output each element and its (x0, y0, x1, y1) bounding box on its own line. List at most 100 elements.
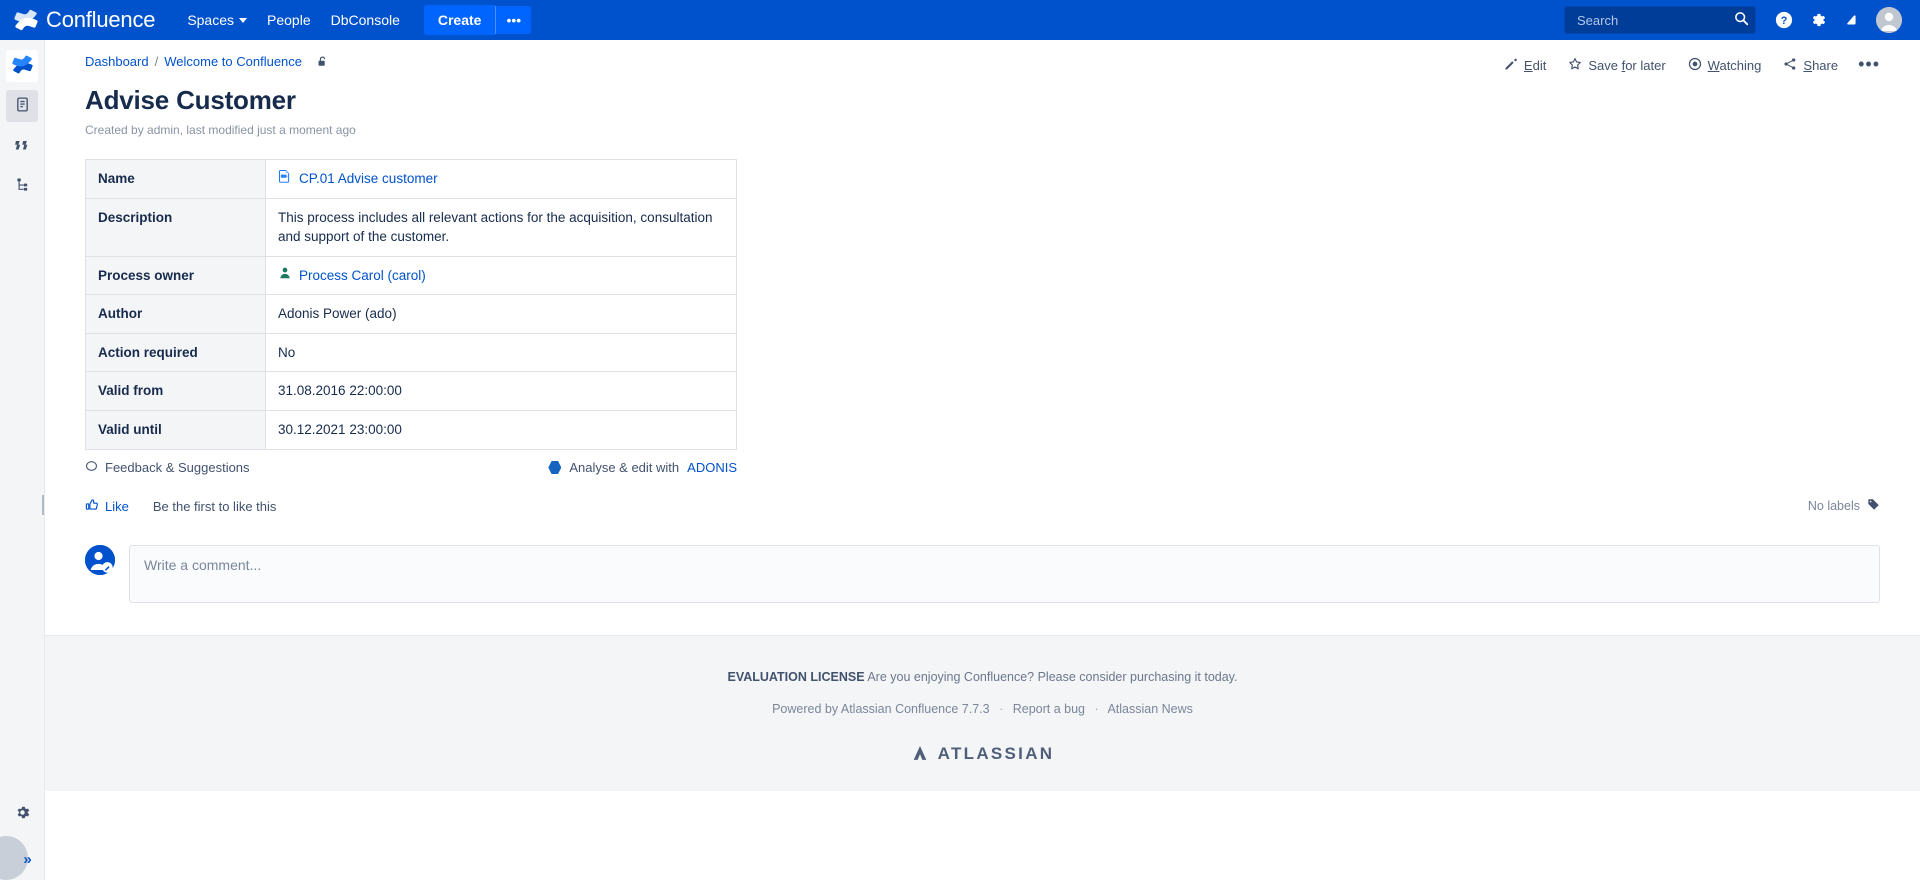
sidebar-item-pages[interactable] (6, 90, 38, 122)
save-for-later-label: Save for later (1588, 58, 1666, 73)
sidebar-item-blog[interactable] (6, 130, 38, 162)
save-for-later-button[interactable]: Save for later (1566, 54, 1667, 77)
breadcrumb-separator: / (154, 54, 159, 69)
table-row: Valid from 31.08.2016 22:00:00 (85, 371, 737, 411)
watching-button[interactable]: Watching (1686, 54, 1764, 77)
feedback-suggestions-link[interactable]: Feedback & Suggestions (85, 460, 250, 476)
blog-quote-icon (13, 136, 31, 157)
gear-icon[interactable] (14, 804, 31, 824)
feedback-label: Feedback & Suggestions (105, 460, 250, 475)
process-name-link[interactable]: CP.01 Advise customer (299, 169, 438, 189)
like-and-labels-row: Like Be the first to like this No labels (85, 498, 1880, 515)
label-tag-icon[interactable] (1867, 498, 1880, 514)
search-icon[interactable] (1734, 11, 1749, 29)
star-icon (1568, 57, 1582, 74)
share-button[interactable]: Share (1781, 54, 1840, 77)
sidebar-item-space-logo[interactable] (6, 50, 38, 82)
labels-text: No labels (1807, 499, 1860, 513)
page-container: Dashboard / Welcome to Confluence Edit S… (45, 40, 1920, 791)
comment-input[interactable]: Write a comment... (129, 544, 1880, 603)
footer-links: Powered by Atlassian Confluence 7.7.3 · … (45, 702, 1920, 716)
adonis-hexagon-icon (548, 461, 562, 474)
table-row: Valid until 30.12.2021 23:00:00 (85, 409, 737, 450)
evaluation-license-text: Are you enjoying Confluence? Please cons… (867, 669, 1238, 684)
evaluation-license-label: EVALUATION LICENSE (727, 669, 865, 684)
row-key-valid-until: Valid until (85, 409, 266, 450)
nav-item-spaces-label: Spaces (187, 12, 235, 28)
sidebar-item-page-tree[interactable] (6, 170, 38, 202)
process-details-table: Name CP.01 Advise customer Description T… (85, 159, 737, 450)
main-content-area: Dashboard / Welcome to Confluence Edit S… (45, 40, 1920, 880)
confluence-home-link[interactable]: Confluence (14, 7, 156, 33)
row-value-valid-from: 31.08.2016 22:00:00 (265, 371, 737, 411)
table-row: Process owner Process Carol (carol) (85, 255, 737, 296)
atlassian-news-link[interactable]: Atlassian News (1107, 702, 1192, 716)
help-icon[interactable]: ? (1770, 6, 1798, 34)
page-actions-more-button[interactable]: ••• (1858, 55, 1880, 77)
row-key-author: Author (85, 294, 266, 334)
nav-item-people[interactable]: People (257, 6, 321, 34)
adonis-link[interactable]: ADONIS (687, 460, 737, 475)
app-shell: » Dashboard / Welcome to Confluence Edit… (0, 40, 1920, 880)
user-profile-icon (278, 266, 292, 286)
settings-gear-icon[interactable] (1804, 6, 1832, 34)
svg-text:?: ? (1781, 15, 1788, 27)
row-value-description: This process includes all relevant actio… (265, 197, 737, 257)
notifications-bell-icon[interactable] (1838, 6, 1866, 34)
breadcrumb: Dashboard / Welcome to Confluence (85, 54, 329, 69)
like-button[interactable]: Like (85, 498, 129, 515)
atlassian-branding: ATLASSIAN (45, 744, 1920, 765)
page-footer: EVALUATION LICENSE Are you enjoying Conf… (45, 635, 1920, 791)
unlock-restrictions-icon[interactable] (316, 55, 329, 68)
search-box[interactable] (1564, 6, 1756, 34)
footer-separator: · (1094, 701, 1099, 716)
create-button[interactable]: Create (423, 5, 496, 35)
add-comment-row: Write a comment... (85, 544, 1880, 603)
row-key-valid-from: Valid from (85, 371, 266, 411)
page-tree-icon (14, 176, 31, 196)
search-input[interactable] (1575, 11, 1734, 29)
edit-button[interactable]: Edit (1502, 54, 1548, 77)
analyse-edit-adonis[interactable]: Analyse & edit with ADONIS (548, 460, 737, 475)
table-row: Author Adonis Power (ado) (85, 294, 737, 334)
row-value-name: CP.01 Advise customer (265, 159, 737, 199)
atlassian-mark-icon (911, 744, 929, 765)
row-value-author: Adonis Power (ado) (265, 294, 737, 334)
row-key-action-required: Action required (85, 332, 266, 373)
page-header-row: Dashboard / Welcome to Confluence Edit S… (45, 40, 1920, 77)
table-row: Name CP.01 Advise customer (85, 159, 737, 199)
breadcrumb-item-dashboard[interactable]: Dashboard (85, 54, 149, 69)
share-label: Share (1803, 58, 1839, 73)
create-more-button[interactable]: ••• (495, 6, 532, 34)
expand-sidebar-button[interactable]: » (0, 836, 45, 880)
table-row: Action required No (85, 332, 737, 373)
sidebar-bottom-group: » (0, 804, 45, 880)
confluence-space-logo-icon (11, 54, 33, 78)
top-bar-right-group: ? (1564, 6, 1912, 34)
share-icon (1783, 57, 1797, 74)
labels-section[interactable]: No labels (1808, 498, 1880, 514)
collapsed-space-sidebar: » (0, 40, 48, 880)
page-title: Advise Customer (85, 85, 296, 115)
process-page-icon (278, 169, 292, 189)
page-list-icon (14, 96, 31, 116)
nav-item-dbconsole-label: DbConsole (330, 12, 400, 28)
nav-item-spaces[interactable]: Spaces (177, 6, 257, 34)
thumbs-up-icon (85, 498, 99, 515)
page-metadata: Created by admin, last modified just a m… (85, 123, 356, 137)
row-value-valid-until: 30.12.2021 23:00:00 (265, 409, 737, 450)
evaluation-license-notice: EVALUATION LICENSE Are you enjoying Conf… (45, 670, 1920, 684)
process-owner-link[interactable]: Process Carol (carol) (299, 266, 426, 286)
top-navigation-bar: Confluence Spaces People DbConsole Creat… (0, 0, 1920, 40)
atlassian-wordmark: ATLASSIAN (937, 744, 1055, 763)
row-key-name: Name (85, 159, 266, 199)
like-label: Like (105, 498, 129, 514)
report-bug-link[interactable]: Report a bug (1013, 702, 1085, 716)
edit-label: Edit (1523, 58, 1547, 73)
eye-watch-icon (1688, 57, 1702, 74)
table-body: Name CP.01 Advise customer Description T… (85, 159, 737, 450)
grip-line (42, 495, 44, 515)
nav-item-dbconsole[interactable]: DbConsole (321, 6, 410, 34)
user-avatar-icon[interactable] (1876, 7, 1902, 33)
breadcrumb-item-space[interactable]: Welcome to Confluence (164, 54, 302, 69)
